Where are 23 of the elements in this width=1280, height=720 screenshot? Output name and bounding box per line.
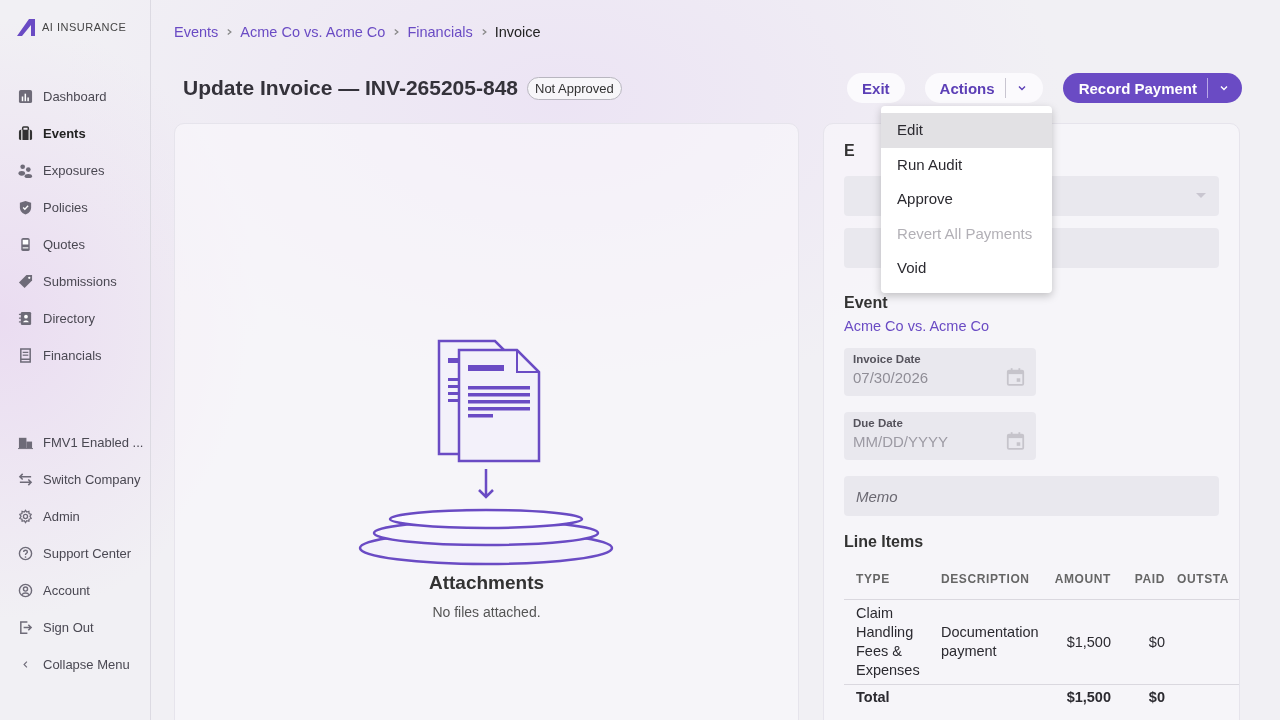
section-heading: Line Items bbox=[844, 533, 925, 552]
table-cell-text: Claim Handling Fees & Expenses bbox=[855, 604, 921, 680]
brand-name: AI INSURANCE bbox=[42, 21, 127, 33]
column-header: AMOUNT bbox=[1053, 570, 1111, 588]
table-cell-text: $0 bbox=[1147, 688, 1165, 707]
table-cell-text: Documentation payment bbox=[940, 623, 1040, 661]
status-badge: Not Approved bbox=[527, 76, 622, 100]
attachments-title: Attachments bbox=[428, 572, 545, 594]
column-header: PAID bbox=[1133, 570, 1165, 588]
table-cell-text: $1,500 bbox=[1065, 632, 1111, 652]
date-value: 07/30/2026 bbox=[853, 369, 929, 386]
page-title: Update Invoice — INV-265205-848 bbox=[183, 76, 518, 100]
breadcrumb-current: Invoice bbox=[494, 24, 541, 40]
column-header: DESCRIPTION bbox=[940, 570, 1031, 588]
section-heading: E bbox=[844, 142, 856, 161]
table-cell-text: $0 bbox=[1147, 632, 1165, 652]
column-header: TYPE bbox=[855, 570, 891, 588]
table-cell-text: $1,500 bbox=[1065, 688, 1111, 707]
empty-message: No files attached. bbox=[432, 604, 541, 620]
section-heading: Event bbox=[844, 294, 889, 313]
total-label: Total bbox=[855, 688, 891, 707]
column-header: OUTSTA bbox=[1176, 570, 1231, 588]
date-placeholder: MM/DD/YYYY bbox=[853, 433, 948, 450]
